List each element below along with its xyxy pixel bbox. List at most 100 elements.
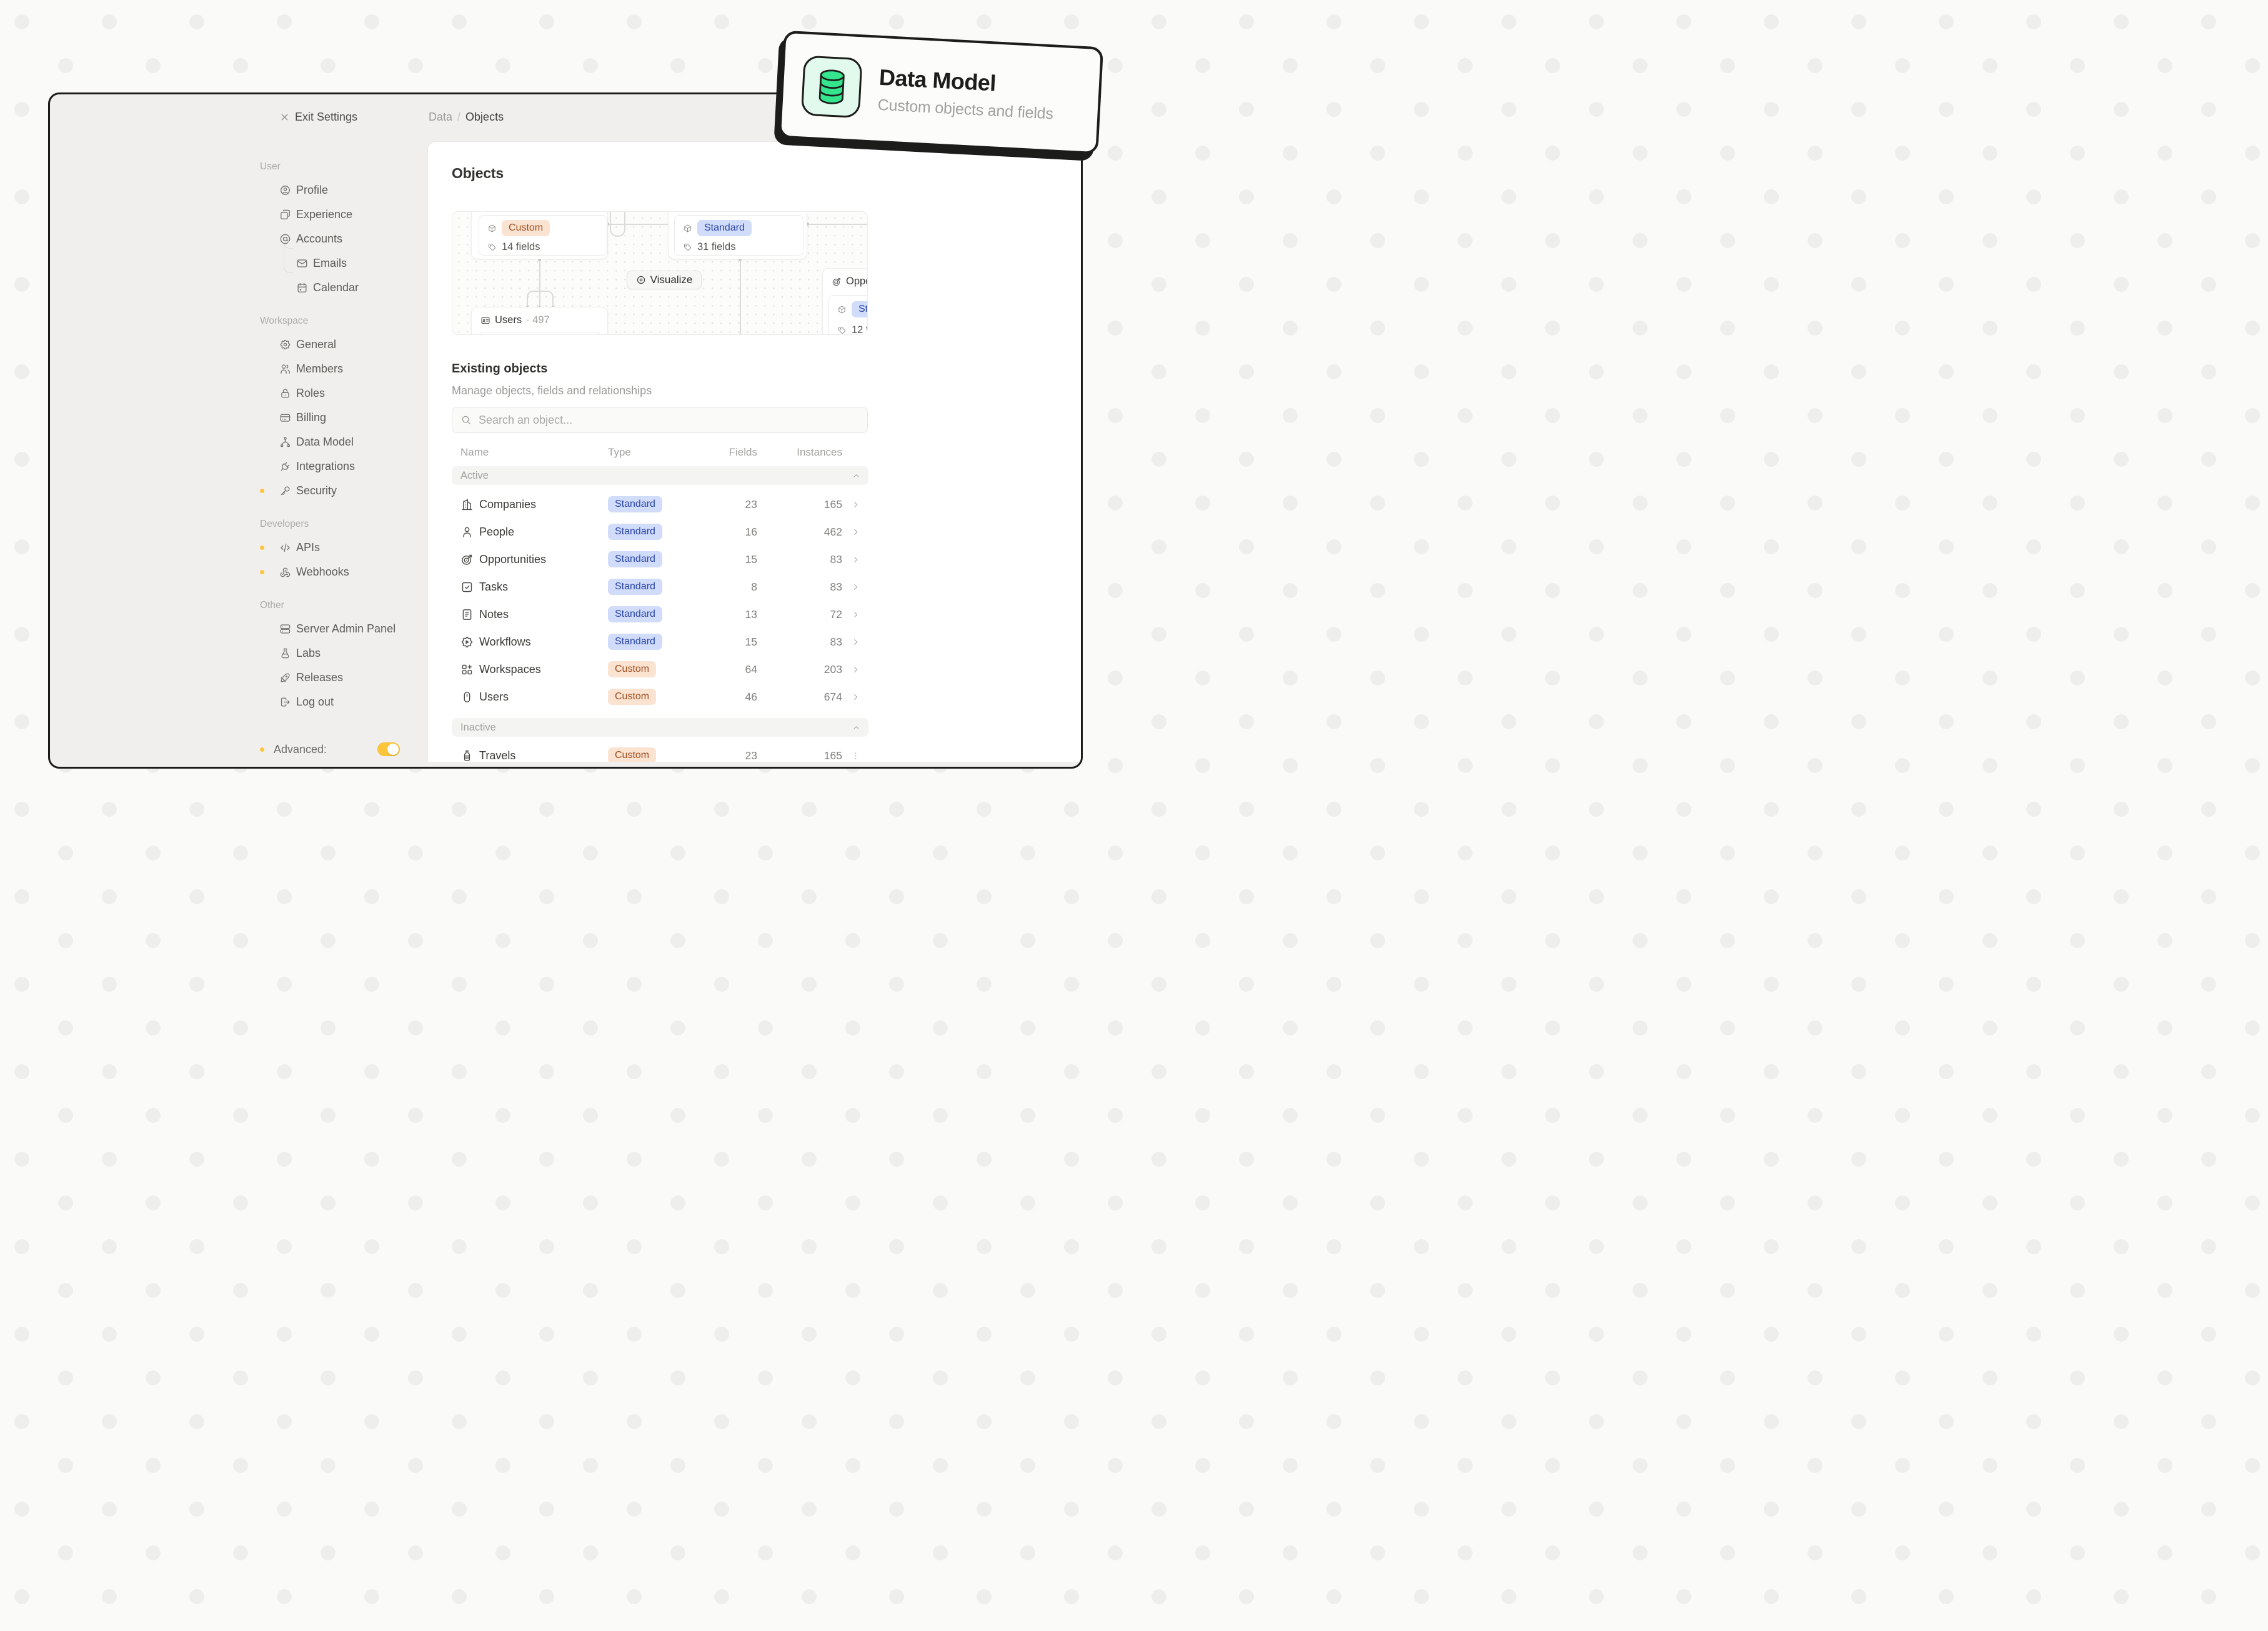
fields-value: 23	[702, 498, 757, 511]
sidebar-item-label: General	[296, 338, 336, 351]
sidebar-item-releases[interactable]: Releases	[260, 666, 420, 690]
credit-card-icon	[279, 412, 291, 424]
bottle-icon	[460, 749, 474, 762]
sidebar-item-security[interactable]: Security	[260, 479, 420, 503]
tag-icon	[487, 242, 497, 252]
diagram-node-opportunities[interactable]: Opportunities Standard 12 fields	[822, 268, 868, 335]
row-menu-button[interactable]	[842, 751, 868, 761]
fields-value: 46	[702, 691, 757, 704]
row-open-button[interactable]	[842, 554, 868, 565]
advanced-toggle[interactable]	[377, 742, 400, 756]
breadcrumb-page: Objects	[465, 111, 504, 124]
visualize-button[interactable]: Visualize	[627, 271, 702, 289]
sidebar-item-roles[interactable]: Roles	[260, 381, 420, 406]
sidebar-item-emails[interactable]: Emails	[260, 251, 420, 276]
sidebar-item-billing[interactable]: Billing	[260, 406, 420, 430]
callout-subtitle: Custom objects and fields	[877, 96, 1053, 124]
toggle-knob	[387, 744, 399, 755]
row-open-button[interactable]	[842, 637, 868, 647]
user-icon	[460, 526, 474, 539]
diagram-node-standard[interactable]: Standard 31 fields	[668, 211, 807, 259]
object-name: Opportunities	[479, 553, 608, 566]
visualize-label: Visualize	[650, 274, 693, 286]
tag-icon	[837, 326, 847, 335]
sidebar-item-webhooks[interactable]: Webhooks	[260, 560, 420, 584]
row-open-button[interactable]	[842, 527, 868, 537]
experience-icon	[279, 209, 291, 221]
diagram-node-custom[interactable]: Custom 14 fields	[471, 211, 608, 259]
chevron-up-icon	[852, 471, 861, 481]
data-model-preview-canvas[interactable]: Custom 14 fields Standard	[452, 211, 868, 335]
key-icon	[279, 485, 291, 497]
yellow-dot	[260, 570, 264, 574]
table-row-users[interactable]: UsersCustom46674	[452, 683, 868, 711]
group-bar-active[interactable]: Active	[452, 466, 868, 485]
building-icon	[460, 498, 474, 511]
table-row-companies[interactable]: CompaniesStandard23165	[452, 491, 868, 518]
fields-value: 15	[702, 636, 757, 649]
object-search	[452, 407, 868, 433]
sidebar-section-other: Other	[260, 599, 420, 612]
type-badge: Standard	[608, 606, 662, 622]
sidebar-section-developers: Developers	[260, 518, 420, 531]
sidebar-item-accounts[interactable]: Accounts	[260, 227, 420, 251]
sidebar-item-labs[interactable]: Labs	[260, 641, 420, 666]
sidebar-item-apis[interactable]: APIs	[260, 536, 420, 560]
users-icon	[279, 363, 291, 375]
group-bar-inactive[interactable]: Inactive	[452, 718, 868, 737]
chevron-right-icon	[850, 527, 861, 537]
objects-table: Name Type Fields Instances Active Compani…	[452, 446, 868, 762]
table-row-tasks[interactable]: TasksStandard883	[452, 573, 868, 601]
row-open-button[interactable]	[842, 582, 868, 592]
table-header: Name Type Fields Instances	[452, 446, 868, 459]
webhook-icon	[279, 566, 291, 578]
sidebar-item-server-admin-panel[interactable]: Server Admin Panel	[260, 617, 420, 641]
table-row-workflows[interactable]: WorkflowsStandard1583	[452, 628, 868, 656]
breadcrumb-section[interactable]: Data	[429, 111, 452, 124]
settings-sidebar: UserProfileExperienceAccountsEmailsCalen…	[260, 146, 420, 714]
sidebar-item-log-out[interactable]: Log out	[260, 690, 420, 714]
sidebar-item-integrations[interactable]: Integrations	[260, 454, 420, 479]
table-row-travels[interactable]: TravelsCustom23165	[452, 742, 868, 762]
type-badge: Standard	[608, 551, 662, 567]
row-open-button[interactable]	[842, 692, 868, 702]
sidebar-item-label: APIs	[296, 541, 320, 554]
advanced-mode-row: Advanced:	[260, 739, 422, 761]
sidebar-item-calendar[interactable]: Calendar	[260, 276, 420, 300]
search-input[interactable]	[479, 414, 859, 427]
code-icon	[279, 542, 291, 554]
sidebar-item-label: Security	[296, 484, 337, 497]
callout-title: Data Model	[878, 64, 1055, 100]
table-row-workspaces[interactable]: WorkspacesCustom64203	[452, 656, 868, 683]
fields-count: 31 fields	[697, 241, 735, 253]
instances-value: 203	[757, 663, 842, 676]
cube-icon	[487, 224, 497, 233]
sidebar-item-members[interactable]: Members	[260, 357, 420, 381]
table-row-notes[interactable]: NotesStandard1372	[452, 601, 868, 628]
sidebar-item-experience[interactable]: Experience	[260, 202, 420, 227]
row-open-button[interactable]	[842, 609, 868, 620]
diagram-node-users[interactable]: Users · 497	[471, 307, 608, 335]
search-icon	[460, 414, 472, 426]
sidebar-item-label: Emails	[313, 257, 347, 270]
table-row-opportunities[interactable]: OpportunitiesStandard1583	[452, 546, 868, 573]
instances-value: 72	[757, 608, 842, 621]
sidebar-item-profile[interactable]: Profile	[260, 178, 420, 202]
sidebar-item-label: Server Admin Panel	[296, 622, 395, 636]
sidebar-section-workspace: Workspace	[260, 315, 420, 327]
row-open-button[interactable]	[842, 664, 868, 675]
sidebar-item-data-model[interactable]: Data Model	[260, 430, 420, 454]
server-icon	[279, 623, 291, 635]
row-open-button[interactable]	[842, 499, 868, 510]
object-name: Tasks	[479, 581, 608, 594]
node-name: Users	[495, 314, 522, 326]
yellow-dot	[260, 546, 264, 550]
sidebar-item-general[interactable]: General	[260, 332, 420, 357]
object-name: Users	[479, 691, 608, 704]
table-row-people[interactable]: PeopleStandard16462	[452, 518, 868, 546]
page-title: Objects	[452, 165, 504, 182]
lock-icon	[279, 387, 291, 399]
sidebar-item-label: Log out	[296, 696, 334, 709]
exit-settings-button[interactable]: Exit Settings	[260, 108, 357, 126]
chevron-right-icon	[850, 582, 861, 592]
